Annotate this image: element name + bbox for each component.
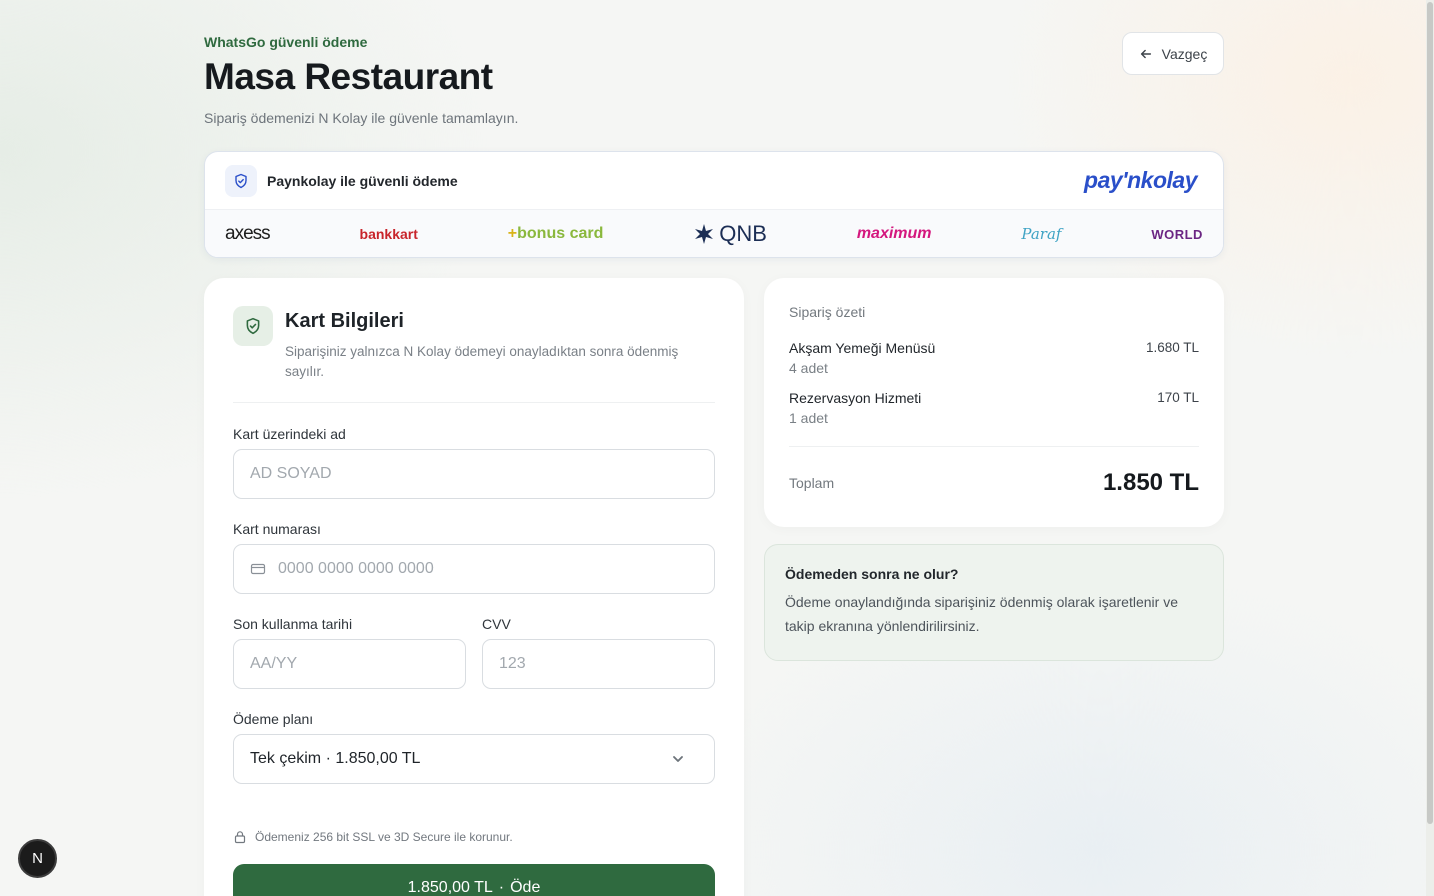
expiry-input[interactable]: AA/YY <box>233 639 466 689</box>
payment-provider-card: Paynkolay ile güvenli ödeme pay'nkolay a… <box>204 151 1224 258</box>
security-note-text: Ödemeniz 256 bit SSL ve 3D Secure ile ko… <box>255 830 513 844</box>
cancel-label: Vazgeç <box>1161 45 1208 62</box>
bank-logo-world: WORLD <box>1151 226 1203 242</box>
pay-button[interactable]: 1.850,00 TL · Öde <box>233 864 715 896</box>
info-text: Ödeme onaylandığında siparişiniz ödenmiş… <box>785 594 1178 634</box>
payment-plan-select[interactable]: Tek çekim · 1.850,00 TL <box>233 734 715 784</box>
info-title: Ödemeden sonra ne olur? <box>785 566 959 582</box>
bank-logo-bonus-text: bonus card <box>517 225 604 242</box>
scrollbar-thumb[interactable] <box>1427 2 1433 824</box>
item-price: 1.680 TL <box>1145 340 1199 355</box>
bank-logo-qnb-text: QNB <box>719 221 767 246</box>
cvv-label: CVV <box>482 616 511 632</box>
bank-logo-bonus: +bonus card <box>507 225 604 242</box>
page-title: Masa Restaurant <box>204 56 493 97</box>
page-subtitle: Sipariş ödemenizi N Kolay ile güvenle ta… <box>204 110 519 126</box>
card-number-placeholder: 0000 0000 0000 0000 <box>278 560 434 577</box>
expiry-label: Son kullanma tarihi <box>233 616 353 632</box>
cardholder-name-label: Kart üzerindeki ad <box>233 426 346 442</box>
qnb-star-icon <box>695 224 714 244</box>
cancel-button[interactable]: Vazgeç <box>1122 32 1224 75</box>
order-summary-panel: Sipariş özeti Akşam Yemeği Menüsü 4 adet… <box>764 278 1224 527</box>
chevron-down-icon <box>673 756 683 762</box>
payment-plan-value: Tek çekim · 1.850,00 TL <box>250 750 421 767</box>
bank-logo-qnb: QNB <box>693 221 767 247</box>
list-item: Akşam Yemeği Menüsü 4 adet 1.680 TL <box>789 340 1199 376</box>
card-info-description: Siparişiniz yalnızca N Kolay ödemeyi ona… <box>285 344 679 379</box>
order-summary-title: Sipariş özeti <box>789 304 866 320</box>
provider-text: Paynkolay ile güvenli ödeme <box>267 172 458 189</box>
expiry-placeholder: AA/YY <box>250 655 298 672</box>
total-label: Toplam <box>789 475 835 491</box>
summary-divider <box>789 446 1199 447</box>
credit-card-icon <box>250 563 266 575</box>
bank-logo-axess: axess <box>225 223 271 244</box>
cardholder-name-input[interactable]: AD SOYAD <box>233 449 715 499</box>
pay-amount: 1.850,00 TL <box>407 879 493 896</box>
lock-icon <box>234 831 246 844</box>
item-quantity: 4 adet <box>789 360 828 376</box>
card-number-label: Kart numarası <box>233 521 321 537</box>
pay-separator: · <box>498 879 505 896</box>
total-value: 1.850 TL <box>1102 469 1199 496</box>
card-info-header: Kart Bilgileri Siparişiniz yalnızca N Ko… <box>233 306 715 403</box>
bank-logos: axess bankkart +bonus card QNB maximum P… <box>205 210 1223 257</box>
total-row: Toplam 1.850 TL <box>789 469 1199 497</box>
paynkolay-logo: pay'nkolay <box>1084 167 1197 193</box>
card-number-input[interactable]: 0000 0000 0000 0000 <box>233 544 715 594</box>
after-payment-info: Ödemeden sonra ne olur? Ödeme onaylandığ… <box>764 544 1224 661</box>
card-info-title: Kart Bilgileri <box>285 310 404 332</box>
pay-label: Öde <box>510 879 541 896</box>
bank-logo-maximum: maximum <box>856 225 932 242</box>
page-eyebrow: WhatsGo güvenli ödeme <box>204 34 368 50</box>
shield-check-icon <box>233 306 273 346</box>
dev-tools-badge[interactable]: N <box>18 839 57 878</box>
page-scrollbar[interactable] <box>1426 0 1434 896</box>
bank-logo-paraf: Paraf <box>1021 225 1062 243</box>
cvv-input[interactable]: 123 <box>482 639 715 689</box>
shield-icon <box>225 164 257 197</box>
cardholder-name-placeholder: AD SOYAD <box>250 465 332 482</box>
page-header: WhatsGo güvenli ödeme Masa Restaurant Si… <box>204 32 1224 126</box>
arrow-left-icon <box>1140 49 1151 58</box>
item-quantity: 1 adet <box>789 410 828 426</box>
bank-logo-bankkart: bankkart <box>359 226 418 242</box>
payment-plan-label: Ödeme planı <box>233 711 314 727</box>
item-price: 170 TL <box>1157 390 1199 405</box>
card-info-panel: Kart Bilgileri Siparişiniz yalnızca N Ko… <box>204 278 744 896</box>
item-name: Akşam Yemeği Menüsü <box>789 340 936 356</box>
cvv-placeholder: 123 <box>499 655 526 672</box>
item-name: Rezervasyon Hizmeti <box>789 390 922 406</box>
security-note: Ödemeniz 256 bit SSL ve 3D Secure ile ko… <box>233 830 715 844</box>
list-item: Rezervasyon Hizmeti 1 adet 170 TL <box>789 390 1199 426</box>
